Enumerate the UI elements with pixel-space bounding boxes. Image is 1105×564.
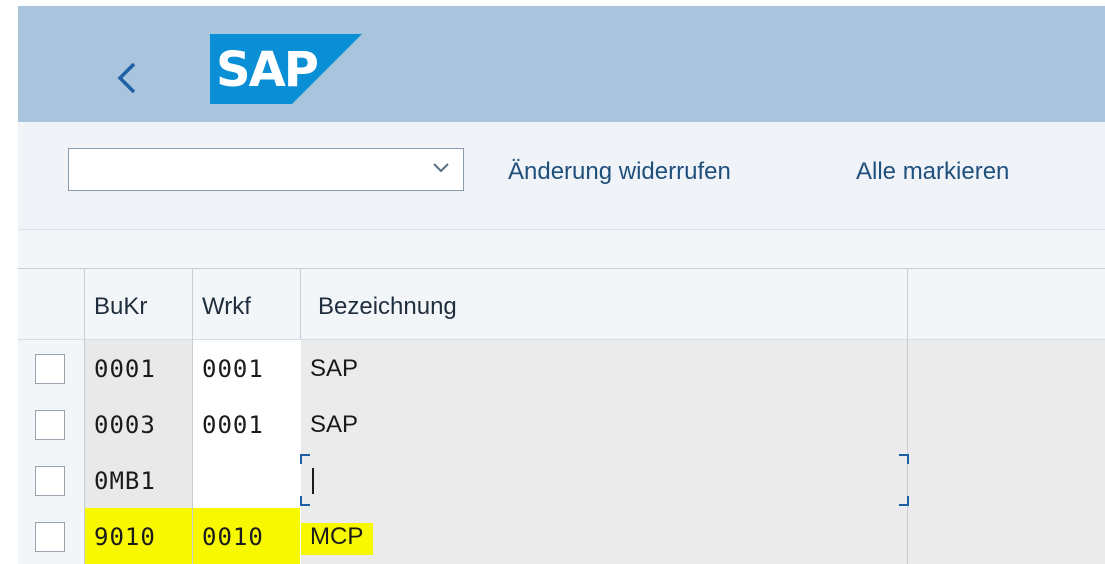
cell-bukr: 9010 bbox=[85, 508, 192, 564]
row-selector bbox=[18, 396, 84, 452]
cell-bezeichnung[interactable]: SAP bbox=[301, 396, 907, 452]
row-checkbox[interactable] bbox=[35, 522, 65, 552]
cell-bukr: 0003 bbox=[85, 396, 192, 452]
row-checkbox[interactable] bbox=[35, 410, 65, 440]
focus-corner bbox=[300, 496, 310, 506]
toolbar: Änderung widerrufen Alle markieren bbox=[18, 122, 1105, 230]
cell-bezeichnung[interactable]: MCP bbox=[301, 508, 907, 564]
column-divider bbox=[300, 269, 301, 339]
undo-change-button[interactable]: Änderung widerrufen bbox=[508, 158, 731, 186]
table-row: 0001 0001 SAP bbox=[18, 340, 1105, 396]
column-header-bezeichnung[interactable]: Bezeichnung bbox=[318, 293, 457, 321]
focus-corner bbox=[899, 496, 909, 506]
focus-corner bbox=[300, 454, 310, 464]
cell-bezeichnung-editing[interactable] bbox=[301, 452, 907, 508]
column-header-wrkf[interactable]: Wrkf bbox=[202, 293, 251, 321]
cell-bukr: 0MB1 bbox=[85, 452, 192, 508]
chevron-down-icon bbox=[433, 163, 449, 173]
text-cursor bbox=[312, 468, 314, 494]
row-checkbox[interactable] bbox=[35, 354, 65, 384]
table-row: 0MB1 bbox=[18, 452, 1105, 508]
select-all-button[interactable]: Alle markieren bbox=[856, 158, 1009, 186]
table-row: 0003 0001 SAP bbox=[18, 396, 1105, 452]
variant-dropdown[interactable] bbox=[68, 148, 464, 191]
cell-empty bbox=[908, 340, 1105, 396]
cell-wrkf[interactable] bbox=[193, 452, 300, 508]
cell-empty bbox=[908, 396, 1105, 452]
toolbar-spacer bbox=[18, 230, 1105, 268]
cell-bezeichnung[interactable]: SAP bbox=[301, 340, 907, 396]
row-selector bbox=[18, 452, 84, 508]
chevron-left-icon bbox=[117, 62, 136, 94]
cell-empty bbox=[908, 452, 1105, 508]
data-table: BuKr Wrkf Bezeichnung 0001 0001 SAP 0003… bbox=[18, 268, 1105, 564]
sap-logo: SAP bbox=[210, 34, 362, 109]
row-checkbox[interactable] bbox=[35, 466, 65, 496]
row-selector bbox=[18, 508, 84, 564]
logo-text: SAP bbox=[216, 42, 318, 98]
row-selector bbox=[18, 340, 84, 396]
cell-bukr: 0001 bbox=[85, 340, 192, 396]
cell-empty bbox=[908, 508, 1105, 564]
focus-corner bbox=[899, 454, 909, 464]
cell-wrkf[interactable]: 0001 bbox=[193, 396, 300, 452]
highlighted-text: MCP bbox=[301, 523, 374, 555]
cell-wrkf[interactable]: 0010 bbox=[193, 508, 300, 564]
back-button[interactable] bbox=[108, 48, 148, 108]
shell-header: SAP bbox=[18, 0, 1105, 122]
table-header: BuKr Wrkf Bezeichnung bbox=[18, 269, 1105, 340]
table-row: 9010 0010 MCP bbox=[18, 508, 1105, 564]
cell-wrkf[interactable]: 0001 bbox=[193, 340, 300, 396]
column-header-bukr[interactable]: BuKr bbox=[94, 293, 147, 321]
